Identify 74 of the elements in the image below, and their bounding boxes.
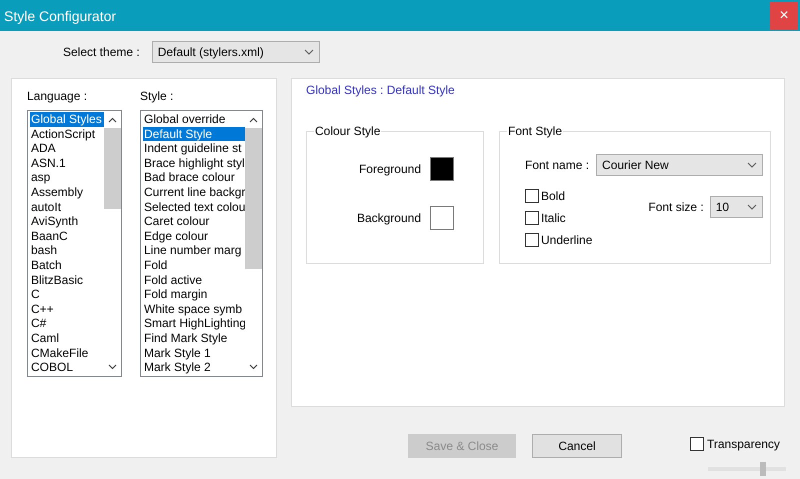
list-item[interactable]: BaanC bbox=[30, 228, 104, 244]
scrollbar-thumb[interactable] bbox=[245, 128, 262, 269]
chevron-down-icon bbox=[746, 204, 757, 210]
list-item[interactable]: ActionScript bbox=[30, 126, 104, 142]
list-item[interactable]: Edge colour bbox=[143, 228, 245, 244]
list-item[interactable]: C bbox=[30, 287, 104, 302]
list-item[interactable]: Global Styles bbox=[30, 112, 104, 127]
list-item[interactable]: Default Style bbox=[143, 126, 245, 142]
checkbox[interactable] bbox=[690, 437, 704, 451]
theme-dropdown[interactable]: Default (stylers.xml) bbox=[152, 41, 320, 63]
checkbox[interactable] bbox=[525, 211, 539, 225]
checkbox-label: Underline bbox=[541, 233, 592, 247]
list-item[interactable]: bash bbox=[30, 243, 104, 258]
list-item[interactable]: Brace highlight styl bbox=[143, 156, 245, 170]
list-item[interactable]: Line number marg bbox=[143, 243, 245, 258]
style-heading: Global Styles : Default Style bbox=[306, 83, 456, 97]
checkbox-label: Italic bbox=[541, 211, 566, 225]
theme-label: Select theme : bbox=[63, 45, 140, 59]
close-button[interactable]: × bbox=[770, 2, 798, 30]
scroll-up-icon[interactable] bbox=[108, 117, 117, 123]
list-box[interactable] bbox=[140, 110, 263, 377]
list-item[interactable]: ASN.1 bbox=[30, 156, 104, 170]
list-item[interactable]: Caml bbox=[30, 330, 104, 346]
list-box[interactable]: Global Styles ActionScript ADA ASN.1 asp Assembly autoIt AviSynth BaanC bash Batch BlitzBasic C C++ C# Caml CMakeFile COBOL bbox=[27, 110, 122, 377]
font-size-label: Font size : bbox=[648, 200, 704, 214]
list-item[interactable]: C# bbox=[30, 316, 104, 331]
list-item[interactable]: Mark Style 2 bbox=[143, 360, 245, 375]
list-item[interactable]: C++ bbox=[30, 302, 104, 316]
font-name-dropdown[interactable]: Courier New bbox=[596, 154, 764, 176]
slider-thumb[interactable] bbox=[760, 462, 766, 476]
list-item[interactable]: Bad brace colour bbox=[143, 170, 245, 185]
checkbox-label: Bold bbox=[541, 189, 566, 203]
list-item[interactable]: White space symb bbox=[143, 302, 245, 316]
list-label: Language : bbox=[27, 89, 88, 103]
colour-label: Background bbox=[356, 211, 421, 225]
dialog-button[interactable]: Cancel bbox=[532, 434, 622, 458]
list-item[interactable]: CMakeFile bbox=[30, 346, 104, 360]
transparency-label: Transparency bbox=[707, 437, 780, 451]
list-item[interactable]: autoIt bbox=[30, 200, 104, 214]
list-item[interactable]: asp bbox=[30, 170, 104, 185]
scroll-down-icon[interactable] bbox=[249, 364, 258, 370]
scrollbar-thumb[interactable] bbox=[104, 128, 121, 209]
font-name-label: Font name : bbox=[525, 158, 590, 172]
chevron-down-icon bbox=[304, 49, 314, 55]
list-item[interactable]: Fold active bbox=[143, 272, 245, 288]
list-item[interactable]: Smart HighLighting bbox=[143, 316, 245, 331]
list-item[interactable]: Batch bbox=[30, 258, 104, 273]
scroll-down-icon[interactable] bbox=[108, 364, 117, 370]
group-title: Colour Style bbox=[314, 124, 382, 138]
list-item[interactable]: Mark Style 1 bbox=[143, 346, 245, 360]
list-item[interactable]: Current line backgr bbox=[143, 184, 245, 200]
scroll-up-icon[interactable] bbox=[249, 117, 258, 123]
list-item[interactable]: Indent guideline st bbox=[143, 141, 245, 156]
group-title: Font Style bbox=[507, 124, 564, 138]
chevron-down-icon bbox=[747, 162, 758, 168]
list-item[interactable]: Find Mark Style bbox=[143, 330, 245, 346]
colour-label: Foreground bbox=[358, 162, 421, 176]
list-item[interactable]: AviSynth bbox=[30, 214, 104, 229]
list-item[interactable]: Global override bbox=[143, 112, 245, 127]
list-item[interactable]: Caret colour bbox=[143, 214, 245, 229]
window-title: Style Configurator bbox=[4, 8, 116, 24]
list-item[interactable]: Fold margin bbox=[143, 287, 245, 302]
list-item[interactable]: COBOL bbox=[30, 360, 104, 375]
list-item[interactable]: Assembly bbox=[30, 184, 104, 200]
list-item[interactable]: Fold bbox=[143, 258, 245, 273]
list-item[interactable]: BlitzBasic bbox=[30, 272, 104, 288]
colour-swatch[interactable] bbox=[430, 206, 454, 230]
checkbox[interactable] bbox=[525, 233, 539, 247]
checkbox[interactable] bbox=[525, 189, 539, 203]
list-item[interactable]: ADA bbox=[30, 141, 104, 156]
colour-swatch[interactable] bbox=[430, 157, 454, 181]
list-item[interactable]: Selected text colou bbox=[143, 200, 245, 214]
list-label: Style : bbox=[140, 89, 174, 103]
font-size-dropdown[interactable]: 10 bbox=[710, 196, 763, 218]
